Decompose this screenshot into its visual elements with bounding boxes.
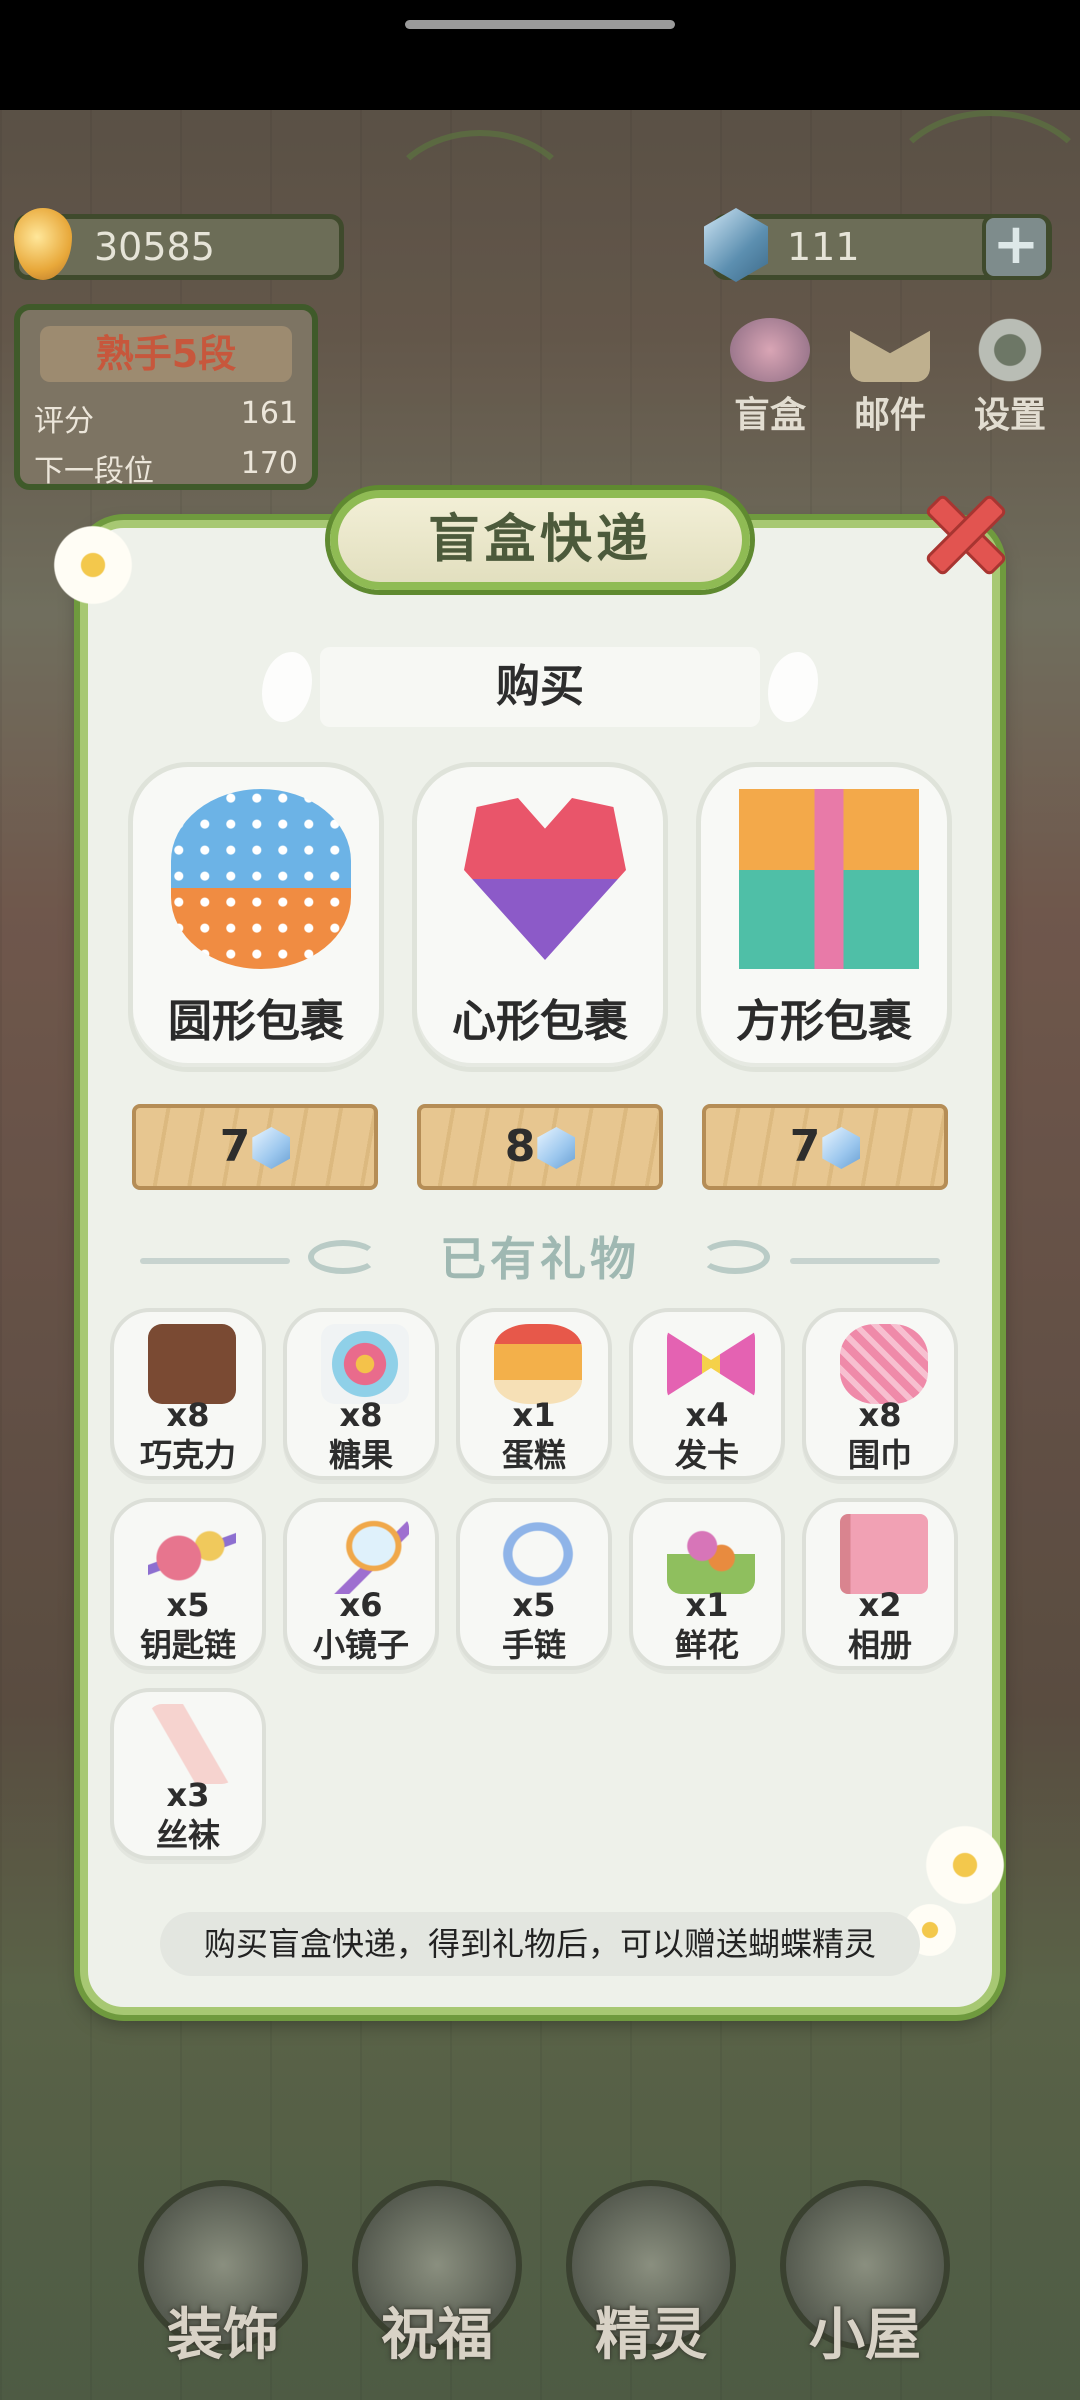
heart-package-icon [464,798,626,960]
rank-title: 熟手5段 [40,326,292,382]
rank-score-row: 评分 161 [34,396,310,440]
bracelet-icon [494,1514,582,1594]
owned-gifts-title: 已有礼物 [440,1232,640,1286]
gift-count: x3 [166,1776,210,1814]
rank-panel: 熟手5段 评分 161 下一段位 170 [14,304,318,490]
buy-heart-package-button[interactable]: 8 [417,1104,663,1190]
keychain-icon [148,1514,236,1594]
gift-cake[interactable]: x1 蛋糕 [456,1308,612,1480]
package-name: 心形包裹 [452,996,628,1047]
add-gems-button[interactable]: + [982,214,1050,280]
hair-clip-icon [667,1332,755,1396]
gift-count: x5 [512,1586,556,1624]
candy-jar-icon [321,1324,409,1404]
rank-score-label: 评分 [34,404,94,439]
square-package-card[interactable]: 方形包裹 [696,762,952,1072]
round-package-icon [171,789,351,969]
buy-round-package-button[interactable]: 7 [132,1104,378,1190]
price-value: 7 [219,1121,251,1172]
square-package-icon [739,789,919,969]
nav-decorate-label: 装饰 [167,2303,279,2368]
settings-label: 设置 [973,395,1046,436]
gift-count: x4 [685,1396,729,1434]
gift-flowers[interactable]: x1 鲜花 [629,1498,785,1670]
gift-name: 钥匙链 [139,1626,236,1664]
chocolate-icon [148,1324,236,1404]
heart-package-card[interactable]: 心形包裹 [412,762,668,1072]
nav-house-label: 小屋 [809,2303,921,2368]
gift-count: x1 [685,1586,729,1624]
mail-label: 邮件 [853,395,926,436]
gear-icon [970,318,1050,382]
package-name: 圆形包裹 [168,996,344,1047]
gift-mirror[interactable]: x6 小镜子 [283,1498,439,1670]
rank-next-row: 下一段位 170 [34,446,310,490]
buy-section-header: 购买 [320,647,760,727]
gift-count: x6 [339,1586,383,1624]
gift-name: 丝袜 [155,1816,220,1854]
gift-name: 巧克力 [139,1436,236,1474]
gift-album[interactable]: x2 相册 [802,1498,958,1670]
gift-name: 相册 [847,1626,912,1664]
gift-name: 发卡 [674,1436,739,1474]
settings-button[interactable]: 设置 [960,318,1060,438]
gift-count: x8 [339,1396,383,1434]
gift-count: x5 [166,1586,210,1624]
package-name: 方形包裹 [736,996,912,1047]
dialog-title: 盲盒快递 [330,490,750,590]
gift-stockings[interactable]: x3 丝袜 [110,1688,266,1860]
blind-box-button[interactable]: 盲盒 [720,318,820,438]
rank-score-value: 161 [240,396,298,431]
gift-candy[interactable]: x8 糖果 [283,1308,439,1480]
gift-scarf[interactable]: x8 围巾 [802,1308,958,1480]
gesture-pill [405,20,675,29]
gift-chocolate[interactable]: x8 巧克力 [110,1308,266,1480]
status-bar [0,0,1080,110]
album-icon [840,1514,928,1594]
tip-text: 购买盲盒快递，得到礼物后，可以赠送蝴蝶精灵 [160,1912,920,1976]
gift-count: x1 [512,1396,556,1434]
nav-blessing-label: 祝福 [381,2303,493,2368]
mail-icon [850,330,930,382]
gem-icon [537,1127,576,1169]
gift-name: 鲜花 [674,1626,739,1664]
gift-count: x2 [858,1586,902,1624]
gift-bracelet[interactable]: x5 手链 [456,1498,612,1670]
mirror-icon [321,1514,409,1594]
gift-name: 围巾 [847,1436,912,1474]
close-button[interactable] [912,482,1012,582]
gift-name: 手链 [501,1626,566,1664]
flowers-icon [667,1514,755,1594]
stockings-icon [148,1704,236,1784]
buy-square-package-button[interactable]: 7 [702,1104,948,1190]
gift-name: 糖果 [328,1436,393,1474]
gem-icon [252,1127,291,1169]
gift-keychain[interactable]: x5 钥匙链 [110,1498,266,1670]
daisy-flower-icon [48,520,138,610]
gift-name: 小镜子 [312,1626,409,1664]
price-value: 8 [504,1121,536,1172]
gift-name: 蛋糕 [501,1436,566,1474]
gift-hair-clip[interactable]: x4 发卡 [629,1308,785,1480]
gift-count: x8 [858,1396,902,1434]
nav-fairy-label: 精灵 [595,2303,707,2368]
cake-icon [494,1324,582,1404]
mail-button[interactable]: 邮件 [840,318,940,438]
blind-box-icon [730,318,810,382]
round-package-card[interactable]: 圆形包裹 [128,762,384,1072]
price-value: 7 [789,1121,821,1172]
gem-icon [822,1127,861,1169]
daisy-flower-icon [920,1820,1010,1910]
blind-box-label: 盲盒 [733,395,806,436]
gift-count: x8 [166,1396,210,1434]
rank-next-value: 170 [240,446,298,481]
rank-next-label: 下一段位 [34,454,154,489]
scarf-icon [840,1324,928,1404]
